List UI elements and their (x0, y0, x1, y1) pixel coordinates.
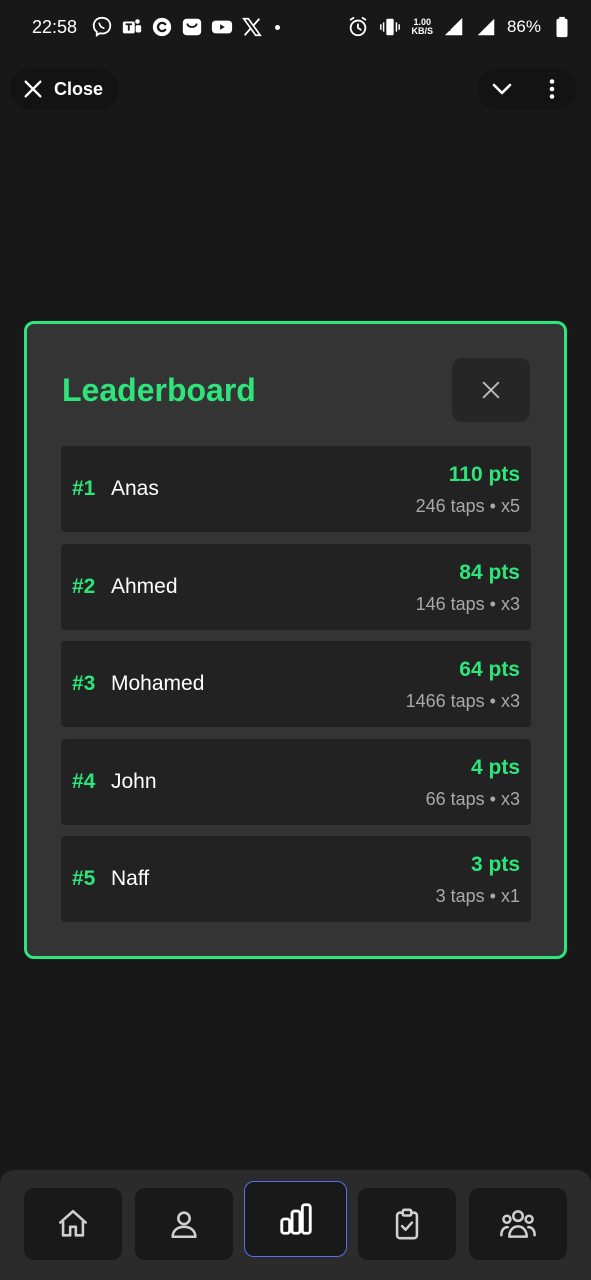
nav-home-button[interactable] (24, 1188, 122, 1260)
nav-profile-button[interactable] (135, 1188, 233, 1260)
nav-friends-button[interactable] (469, 1188, 567, 1260)
rank: #4 (72, 769, 96, 793)
rank: #3 (72, 672, 96, 695)
leaderboard-row: #4 John 4 pts 66 taps • x3 (61, 738, 531, 825)
points: 4 pts (470, 755, 520, 779)
chevron-down-icon[interactable] (484, 71, 520, 107)
teams-icon (121, 16, 143, 38)
close-label: Close (54, 78, 104, 99)
status-time: 22:58 (32, 16, 78, 37)
leaderboard-row: #2 Ahmed 84 pts 146 taps • x3 (61, 543, 531, 630)
screen: 22:58 1.00 KB/S 86% Close Leaderboard #1… (0, 0, 591, 1280)
player-name: Naff (111, 867, 150, 890)
leaderboard-row: #3 Mohamed 64 pts 1466 taps • x3 (61, 641, 531, 727)
tap-detail: 3 taps • x1 (435, 886, 520, 906)
more-notifications-dot (275, 24, 281, 30)
close-icon (480, 379, 502, 401)
more-options-icon[interactable] (534, 71, 570, 107)
status-left: 22:58 (32, 16, 281, 38)
player-name: Ahmed (111, 574, 178, 598)
net-speed: 1.00 KB/S (411, 18, 433, 36)
points: 3 pts (470, 853, 520, 876)
nav-leaderboard-button[interactable] (244, 1181, 347, 1257)
rank: #2 (72, 574, 96, 598)
notification-icons (91, 16, 281, 38)
rank: #5 (72, 867, 96, 890)
friends-icon (499, 1205, 537, 1243)
alarm-icon (347, 16, 369, 38)
home-icon (56, 1207, 90, 1241)
status-right: 1.00 KB/S 86% (347, 16, 573, 38)
player-name: John (111, 769, 157, 793)
tap-detail: 1466 taps • x3 (405, 691, 520, 711)
leaderboard-title: Leaderboard (62, 372, 256, 408)
modal-close-button[interactable] (452, 358, 530, 422)
player-name: Anas (111, 477, 159, 500)
leaderboard-modal: Leaderboard #1 Anas 110 pts 246 taps • x… (24, 321, 567, 959)
points: 110 pts (448, 463, 520, 486)
vibrate-icon (379, 16, 401, 38)
youtube-icon (211, 16, 233, 38)
points: 84 pts (459, 560, 520, 584)
points: 64 pts (459, 658, 520, 681)
rank: #1 (72, 477, 96, 500)
leaderboard-icon (277, 1200, 315, 1238)
tap-detail: 66 taps • x3 (425, 788, 520, 809)
cell-signal-icon (475, 16, 497, 38)
close-button[interactable]: Close (10, 68, 120, 110)
wifi-signal-icon (443, 16, 465, 38)
leaderboard-row: #5 Naff 3 pts 3 taps • x1 (61, 836, 531, 922)
bottom-nav (0, 1170, 591, 1280)
viber-icon (91, 16, 113, 38)
x-twitter-icon (241, 16, 263, 38)
nav-tasks-button[interactable] (358, 1188, 456, 1260)
tasks-icon (390, 1207, 424, 1241)
circle-c-icon (151, 16, 173, 38)
battery-icon (551, 16, 573, 38)
tap-detail: 246 taps • x5 (415, 496, 520, 516)
tap-detail: 146 taps • x3 (415, 593, 520, 614)
battery-percent: 86% (506, 17, 541, 36)
top-actions (477, 68, 577, 110)
shop-bag-icon (181, 16, 203, 38)
leaderboard-row: #1 Anas 110 pts 246 taps • x5 (61, 446, 531, 532)
net-speed-unit: KB/S (411, 26, 433, 36)
player-name: Mohamed (111, 672, 205, 695)
close-icon (22, 78, 44, 100)
profile-icon (167, 1207, 201, 1241)
leaderboard-list: #1 Anas 110 pts 246 taps • x5 #2 Ahmed 8… (61, 446, 531, 934)
status-bar: 22:58 1.00 KB/S 86% (0, 0, 591, 54)
